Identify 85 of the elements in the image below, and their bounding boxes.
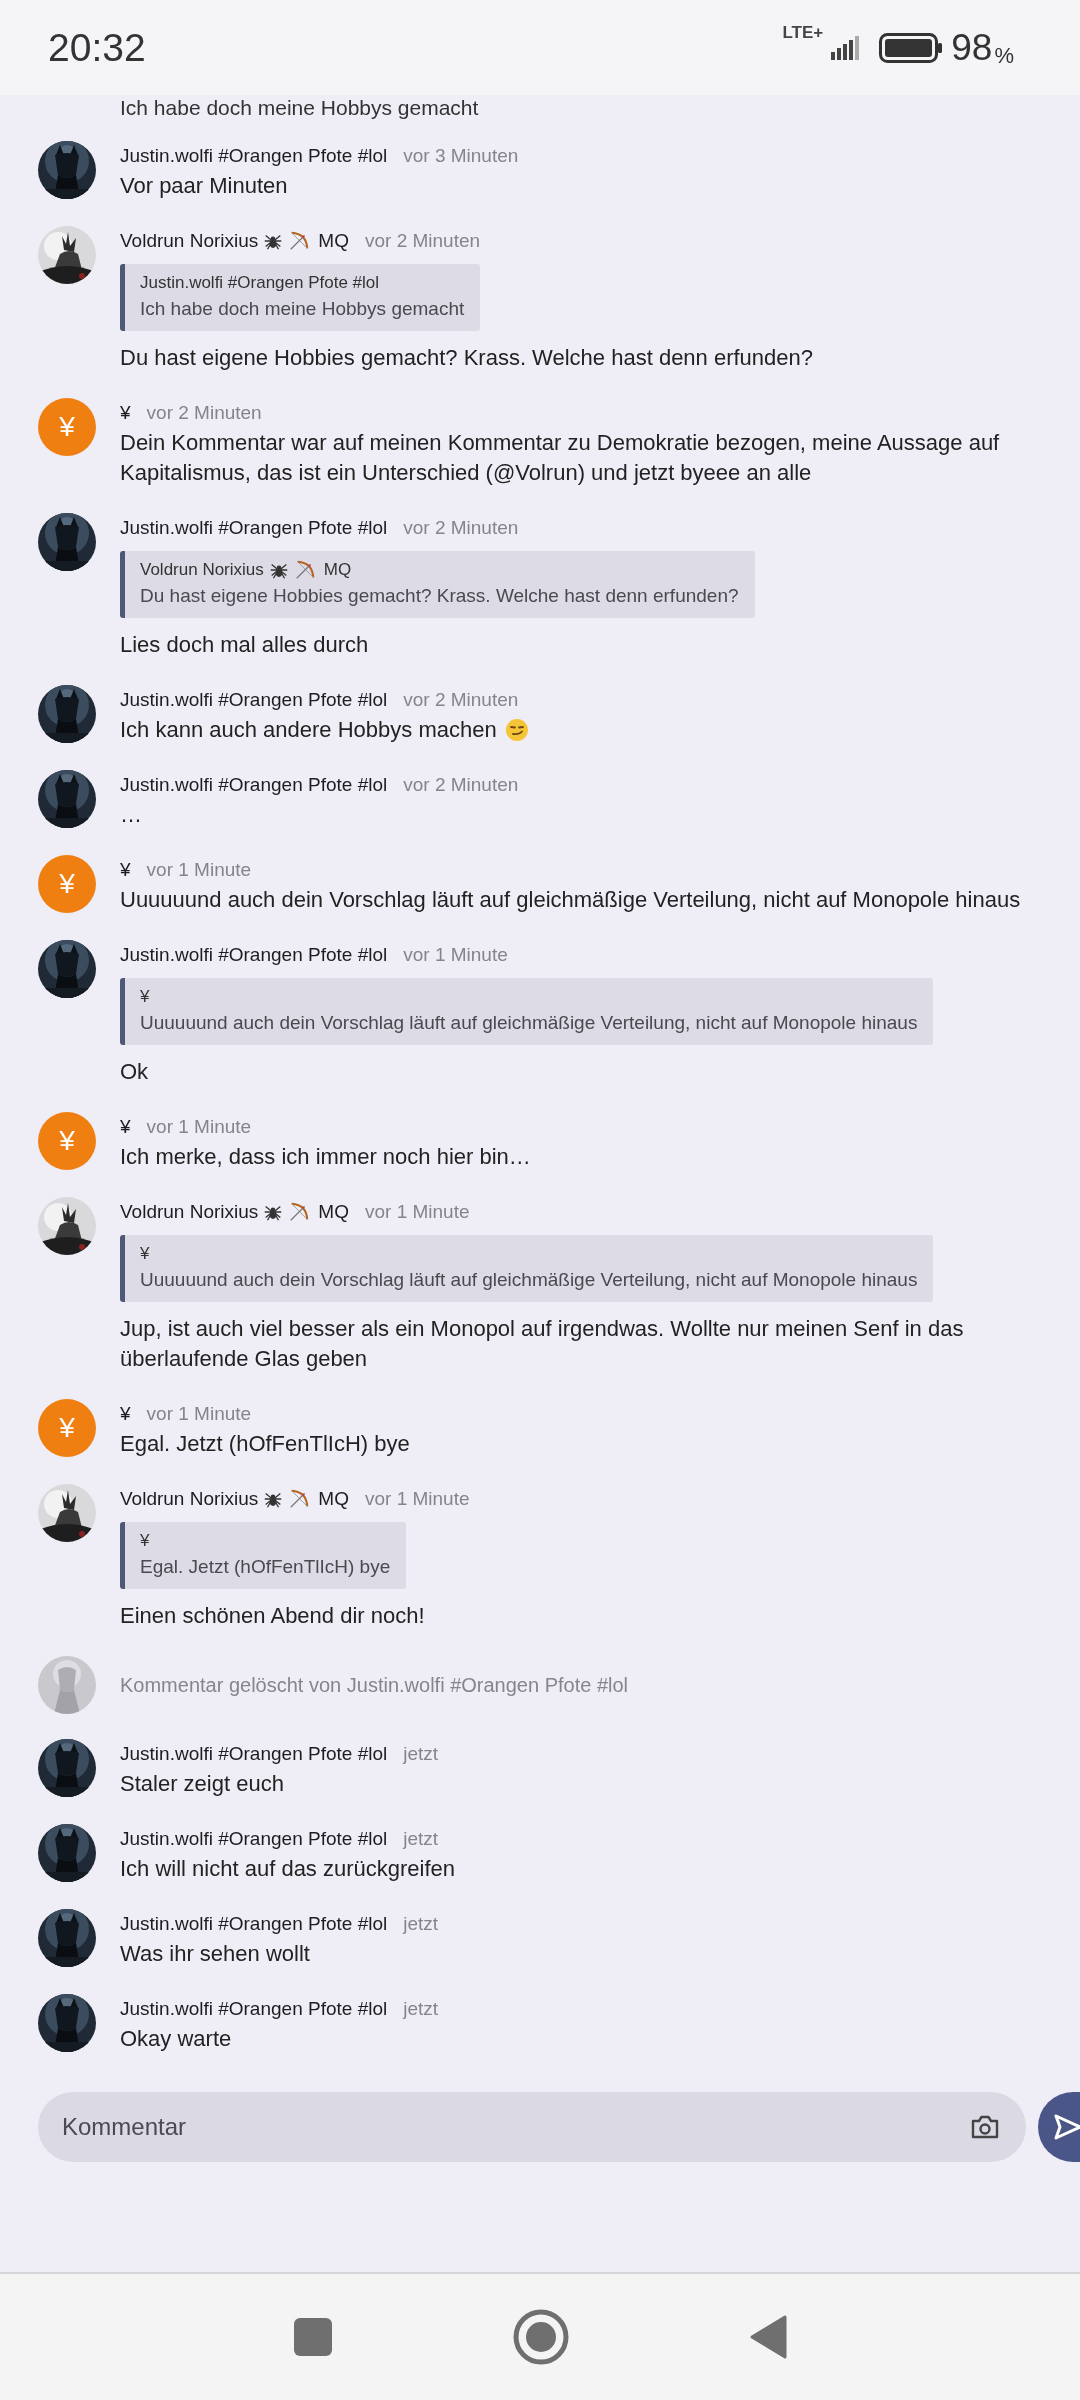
author-name: Voldrun Norixius	[120, 1488, 259, 1510]
bow-and-arrow-icon	[288, 1488, 311, 1510]
battery-percent: 98	[951, 26, 993, 69]
author-name: Justin.wolfi #Orangen Pfote #lol	[120, 689, 388, 711]
quoted-text: Du hast eigene Hobbies gemacht? Krass. Welche hast denn erfunden?	[140, 584, 739, 608]
author-name: Voldrun Norixius	[120, 230, 259, 252]
author-tag: MQ	[323, 558, 352, 582]
message-text: Ich merke, dass ich immer noch hier bin…	[120, 1143, 531, 1171]
message-text: Ich will nicht auf das zurückgreifen	[120, 1855, 456, 1883]
signal-icon	[831, 35, 862, 60]
author-name: Justin.wolfi #Orangen Pfote #lol	[120, 774, 388, 796]
author-name: ¥	[120, 402, 131, 424]
timestamp: vor 2 Minuten	[403, 517, 519, 539]
timestamp: jetzt	[403, 1913, 439, 1935]
send-button[interactable]	[1038, 2092, 1080, 2162]
timestamp: vor 3 Minuten	[403, 145, 519, 167]
message-text: Vor paar Minuten	[120, 172, 288, 200]
author-name: ¥	[120, 1403, 131, 1425]
timestamp: jetzt	[403, 1743, 439, 1765]
author-name: ¥	[120, 1116, 131, 1138]
author-name: Justin.wolfi #Orangen Pfote #lol	[120, 944, 388, 966]
quoted-author: ¥	[140, 986, 150, 1008]
message-text: Jup, ist auch viel besser als ein Monopol auf irgendwas. Wollte nur meinen Senf in das überlaufende Glas geben	[120, 1315, 965, 1373]
author-name: Voldrun Norixius	[120, 1201, 259, 1223]
author-name: ¥	[120, 859, 131, 881]
author-name: Justin.wolfi #Orangen Pfote #lol	[120, 1913, 388, 1935]
quoted-text: Uuuuuund auch dein Vorschlag läuft auf gleichmäßige Verteilung, nicht auf Monopole hinaus	[140, 1268, 918, 1292]
back-button[interactable]	[749, 2314, 787, 2360]
message-text: Einen schönen Abend dir noch!	[120, 1602, 425, 1630]
message-text: Egal. Jetzt (hOfFenTlIcH) bye	[120, 1430, 410, 1458]
quoted-text: Ich habe doch meine Hobbys gemacht	[140, 297, 465, 321]
author-name: Justin.wolfi #Orangen Pfote #lol	[120, 1743, 388, 1765]
message-text: Was ihr sehen wollt	[120, 1940, 310, 1968]
quoted-author: ¥	[140, 1243, 150, 1265]
avatar: ¥	[38, 855, 96, 913]
author-name: Justin.wolfi #Orangen Pfote #lol	[120, 517, 388, 539]
timestamp: vor 2 Minuten	[403, 689, 519, 711]
bow-and-arrow-icon	[288, 1201, 311, 1223]
quoted-author: Voldrun Norixius	[140, 559, 264, 581]
timestamp: vor 2 Minuten	[364, 230, 481, 252]
percent-sign: %	[994, 42, 1014, 69]
send-icon	[1054, 2114, 1080, 2140]
network-type: LTE+	[782, 22, 824, 43]
quoted-text: Egal. Jetzt (hOfFenTlIcH) bye	[140, 1555, 391, 1579]
timestamp: vor 1 Minute	[403, 944, 508, 966]
message-text: Okay warte	[120, 2025, 232, 2053]
deleted-notice: Kommentar gelöscht von Justin.wolfi #Orangen Pfote #lol	[120, 1673, 630, 1697]
quoted-author: ¥	[140, 1530, 150, 1552]
message-text: Staler zeigt euch	[120, 1770, 284, 1798]
timestamp: vor 1 Minute	[146, 1403, 252, 1425]
message-text: Dein Kommentar war auf meinen Kommentar zu Demokratie bezogen, meine Aussage auf Kapitalismus, das ist ein Unterschied (@Volrun) und jetzt byeee an alle	[120, 429, 1001, 487]
avatar: ¥	[38, 1112, 96, 1170]
bow-and-arrow-icon	[288, 230, 311, 252]
message-text: …	[120, 801, 142, 829]
timestamp: vor 1 Minute	[364, 1488, 470, 1510]
timestamp: vor 1 Minute	[146, 1116, 252, 1138]
avatar: ¥	[38, 398, 96, 456]
quoted-text: Uuuuuund auch dein Vorschlag läuft auf gleichmäßige Verteilung, nicht auf Monopole hinaus	[140, 1011, 918, 1035]
timestamp: vor 1 Minute	[364, 1201, 470, 1223]
message-text: Ich habe doch meine Hobbys gemacht	[120, 95, 480, 121]
timestamp: jetzt	[403, 1998, 439, 2020]
smirk-emoji-icon	[504, 718, 529, 742]
timestamp: vor 2 Minuten	[146, 402, 262, 424]
avatar: ¥	[38, 1399, 96, 1457]
author-name: Justin.wolfi #Orangen Pfote #lol	[120, 1998, 388, 2020]
camera-icon[interactable]	[970, 2114, 1000, 2140]
timestamp: vor 2 Minuten	[403, 774, 519, 796]
home-button[interactable]	[513, 2309, 569, 2365]
message-text: Lies doch mal alles durch	[120, 631, 369, 659]
author-tag: MQ	[318, 1201, 349, 1223]
author-name: Justin.wolfi #Orangen Pfote #lol	[120, 1828, 388, 1850]
message-text: Uuuuuund auch dein Vorschlag läuft auf gleichmäßige Verteilung, nicht auf Monopole hinaus	[120, 886, 1021, 914]
author-tag: MQ	[318, 230, 349, 252]
quoted-author: Justin.wolfi #Orangen Pfote #lol	[140, 272, 380, 294]
timestamp: vor 1 Minute	[146, 859, 252, 881]
battery-icon	[879, 32, 944, 63]
message-text: Ok	[120, 1058, 149, 1086]
timestamp: jetzt	[403, 1828, 439, 1850]
recents-button[interactable]	[293, 2317, 333, 2357]
message-text: Ich kann auch andere Hobbys machen	[120, 716, 497, 744]
author-tag: MQ	[318, 1488, 349, 1510]
comment-field[interactable]: Kommentar	[38, 2092, 1026, 2162]
clock: 20:32	[48, 25, 146, 70]
message-text: Du hast eigene Hobbies gemacht? Krass. Welche hast denn erfunden?	[120, 344, 814, 372]
author-name: Justin.wolfi #Orangen Pfote #lol	[120, 145, 388, 167]
